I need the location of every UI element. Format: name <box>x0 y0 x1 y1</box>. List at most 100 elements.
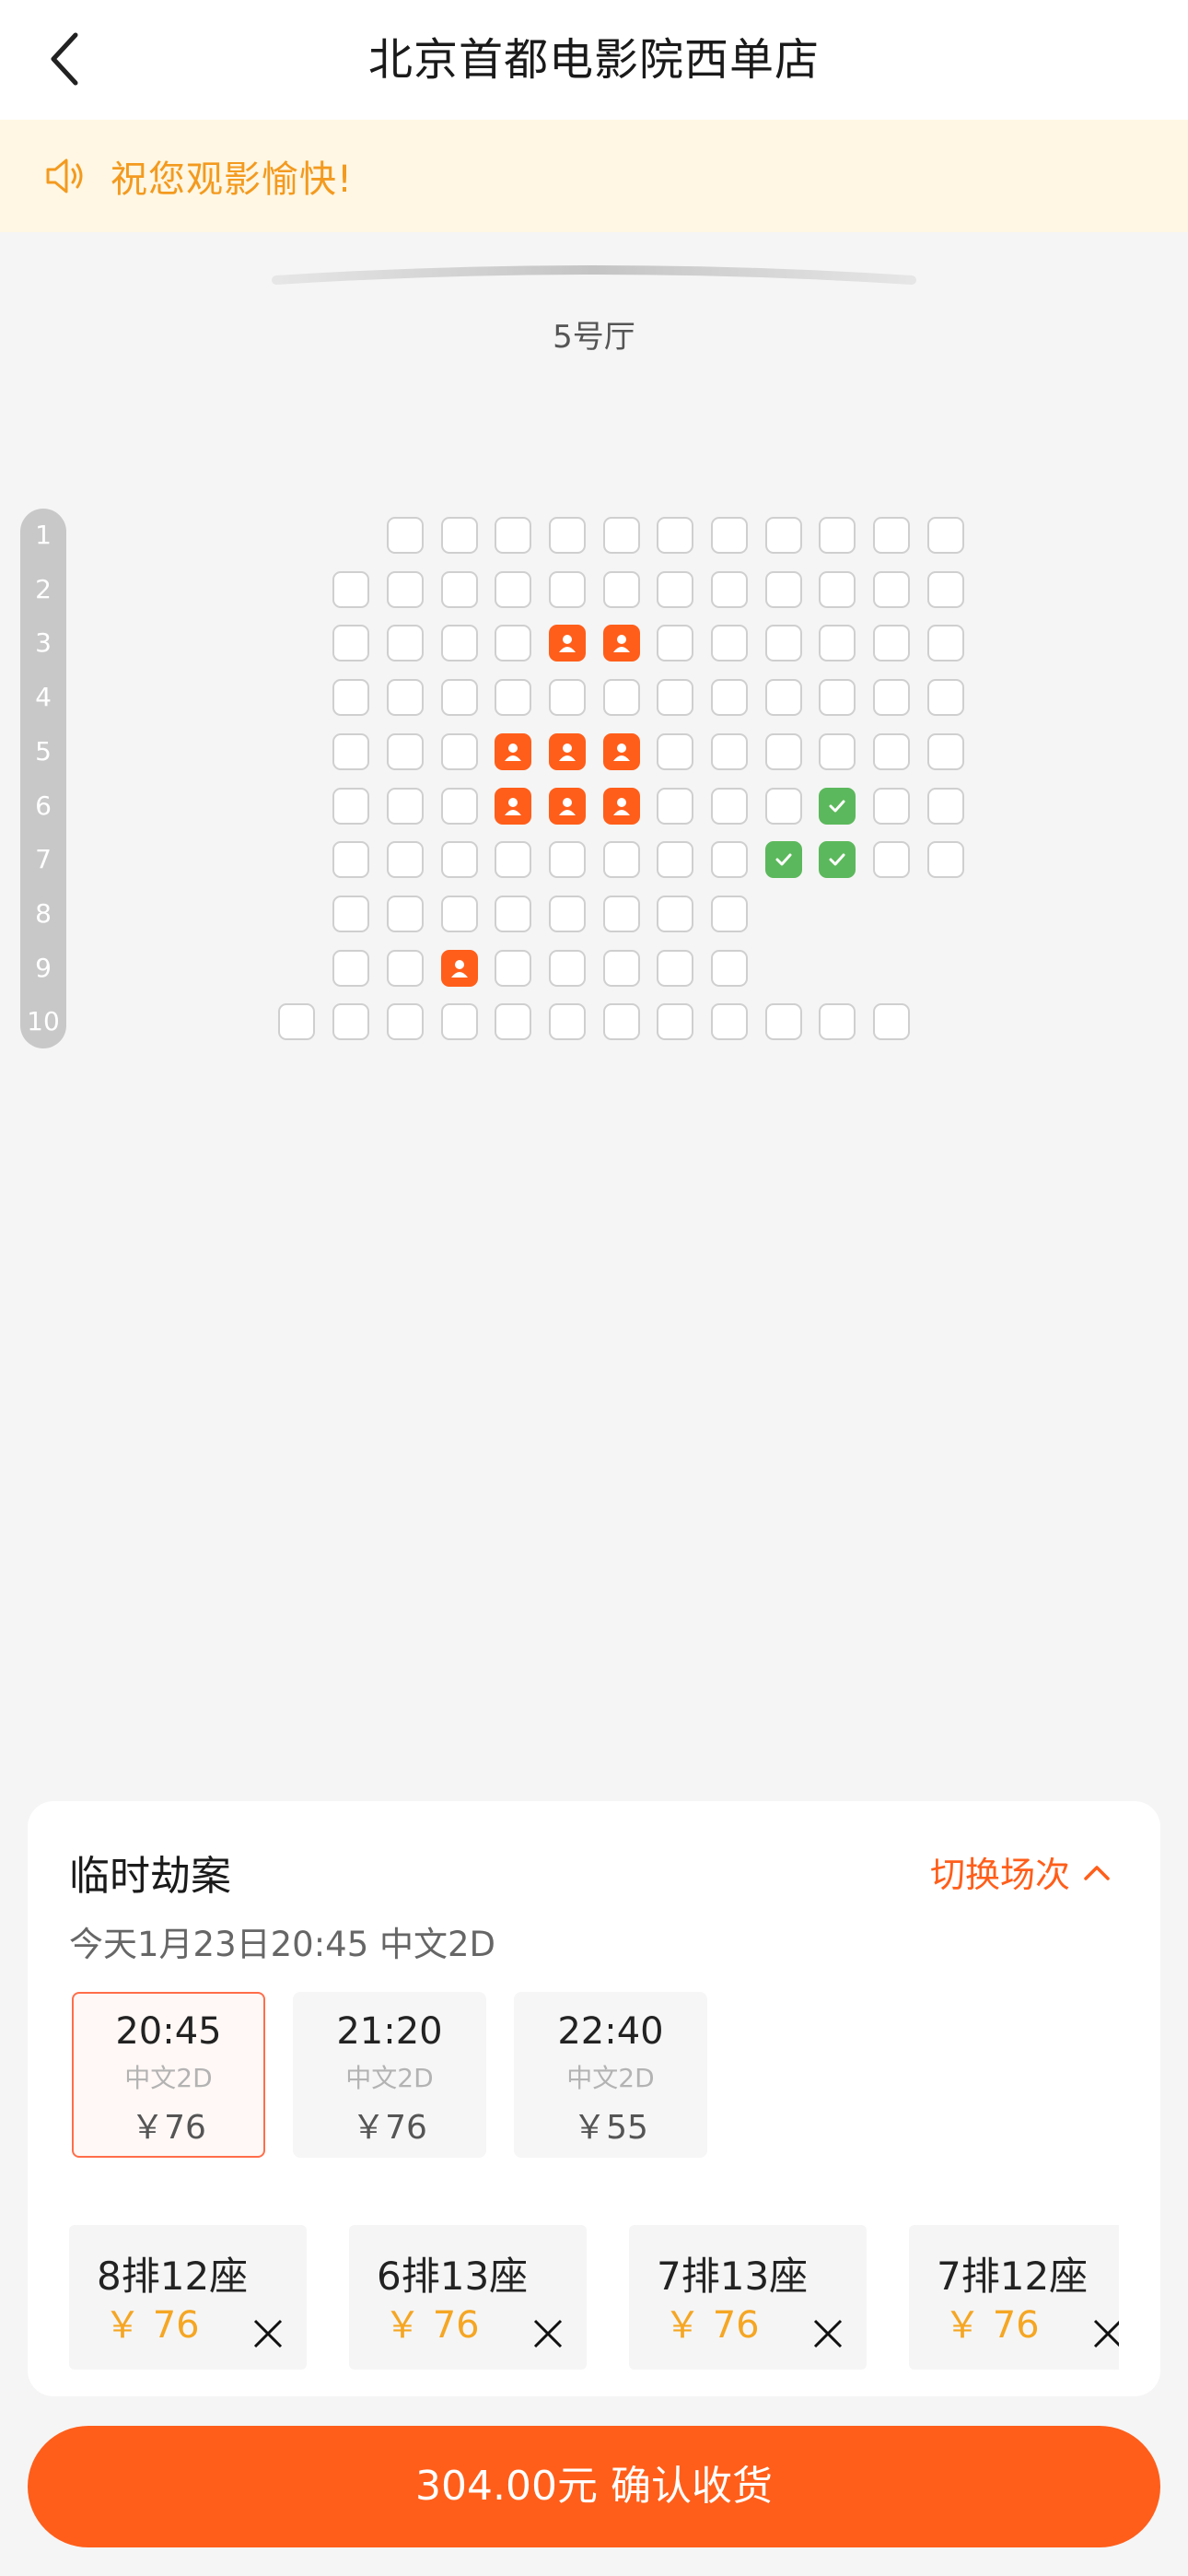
seat-available[interactable] <box>332 679 370 717</box>
seat-available[interactable] <box>711 895 748 932</box>
seat-available[interactable] <box>332 625 370 662</box>
seat-available[interactable] <box>711 517 748 554</box>
seat-available[interactable] <box>819 679 856 717</box>
seat-available[interactable] <box>764 679 802 717</box>
seat-available[interactable] <box>873 732 911 770</box>
seat-available[interactable] <box>926 625 964 662</box>
seat-available[interactable] <box>764 625 802 662</box>
seat-available[interactable] <box>440 517 478 554</box>
seat-available[interactable] <box>926 570 964 608</box>
seat-available[interactable] <box>873 570 911 608</box>
seat-available[interactable] <box>873 625 911 662</box>
seat-available[interactable] <box>711 625 748 662</box>
seat-available[interactable] <box>657 570 694 608</box>
seat-available[interactable] <box>386 732 424 770</box>
seat-available[interactable] <box>548 517 586 554</box>
seat-available[interactable] <box>657 625 694 662</box>
seat-available[interactable] <box>602 517 640 554</box>
seat-available[interactable] <box>386 1003 424 1041</box>
seat-available[interactable] <box>278 1003 316 1041</box>
seat-available[interactable] <box>711 570 748 608</box>
seat-available[interactable] <box>657 787 694 825</box>
seat-available[interactable] <box>873 517 911 554</box>
remove-ticket-button[interactable] <box>251 2317 285 2350</box>
seat-available[interactable] <box>386 625 424 662</box>
seat-available[interactable] <box>926 787 964 825</box>
seat-available[interactable] <box>548 1003 586 1041</box>
seat-available[interactable] <box>386 895 424 932</box>
seat-available[interactable] <box>711 1003 748 1041</box>
seat-available[interactable] <box>548 841 586 879</box>
seat-available[interactable] <box>657 517 694 554</box>
seat-available[interactable] <box>386 949 424 987</box>
seat-available[interactable] <box>440 841 478 879</box>
seat-selected[interactable] <box>819 787 856 825</box>
seat-available[interactable] <box>548 949 586 987</box>
seat-available[interactable] <box>819 1003 856 1041</box>
seat-available[interactable] <box>495 570 532 608</box>
seat-available[interactable] <box>440 1003 478 1041</box>
seat-available[interactable] <box>873 841 911 879</box>
showtime-option[interactable]: 20:45 中文2D ￥76 <box>72 1992 265 2158</box>
seat-available[interactable] <box>495 625 532 662</box>
seat-available[interactable] <box>602 570 640 608</box>
remove-ticket-button[interactable] <box>531 2317 565 2350</box>
seat-available[interactable] <box>440 895 478 932</box>
seat-available[interactable] <box>873 679 911 717</box>
remove-ticket-button[interactable] <box>811 2317 844 2350</box>
seat-available[interactable] <box>440 625 478 662</box>
seat-available[interactable] <box>657 841 694 879</box>
seat-available[interactable] <box>873 787 911 825</box>
back-button[interactable] <box>37 24 92 94</box>
seat-available[interactable] <box>495 949 532 987</box>
confirm-button[interactable]: 304.00元 确认收货 <box>28 2426 1160 2547</box>
seat-available[interactable] <box>873 1003 911 1041</box>
seat-available[interactable] <box>602 895 640 932</box>
seat-available[interactable] <box>764 787 802 825</box>
seat-available[interactable] <box>386 679 424 717</box>
seat-available[interactable] <box>819 570 856 608</box>
seat-available[interactable] <box>764 517 802 554</box>
seat-available[interactable] <box>711 732 748 770</box>
seat-available[interactable] <box>495 517 532 554</box>
seat-available[interactable] <box>495 679 532 717</box>
seat-available[interactable] <box>926 732 964 770</box>
seat-available[interactable] <box>440 679 478 717</box>
seat-available[interactable] <box>332 841 370 879</box>
seat-available[interactable] <box>711 787 748 825</box>
seat-available[interactable] <box>711 679 748 717</box>
seat-available[interactable] <box>495 1003 532 1041</box>
seat-available[interactable] <box>819 517 856 554</box>
seat-available[interactable] <box>926 679 964 717</box>
seat-available[interactable] <box>657 679 694 717</box>
seat-selected[interactable] <box>819 841 856 879</box>
seat-available[interactable] <box>332 570 370 608</box>
seat-available[interactable] <box>332 949 370 987</box>
seat-available[interactable] <box>926 517 964 554</box>
seat-available[interactable] <box>602 949 640 987</box>
switch-showtime-button[interactable]: 切换场次 <box>930 1846 1111 1897</box>
seat-available[interactable] <box>602 1003 640 1041</box>
seat-available[interactable] <box>602 679 640 717</box>
seat-available[interactable] <box>548 570 586 608</box>
showtime-option[interactable]: 21:20 中文2D ￥76 <box>293 1992 486 2158</box>
seat-available[interactable] <box>657 949 694 987</box>
seat-available[interactable] <box>764 570 802 608</box>
seat-available[interactable] <box>926 841 964 879</box>
seat-available[interactable] <box>657 1003 694 1041</box>
seat-available[interactable] <box>657 732 694 770</box>
seat-available[interactable] <box>332 732 370 770</box>
seat-available[interactable] <box>819 625 856 662</box>
seat-available[interactable] <box>764 732 802 770</box>
seat-available[interactable] <box>386 787 424 825</box>
seat-available[interactable] <box>657 895 694 932</box>
seat-available[interactable] <box>386 570 424 608</box>
seat-available[interactable] <box>548 679 586 717</box>
showtime-option[interactable]: 22:40 中文2D ￥55 <box>514 1992 707 2158</box>
remove-ticket-button[interactable] <box>1091 2317 1119 2350</box>
seat-available[interactable] <box>711 841 748 879</box>
seat-available[interactable] <box>440 732 478 770</box>
seat-available[interactable] <box>495 895 532 932</box>
seat-available[interactable] <box>495 841 532 879</box>
seat-available[interactable] <box>819 732 856 770</box>
